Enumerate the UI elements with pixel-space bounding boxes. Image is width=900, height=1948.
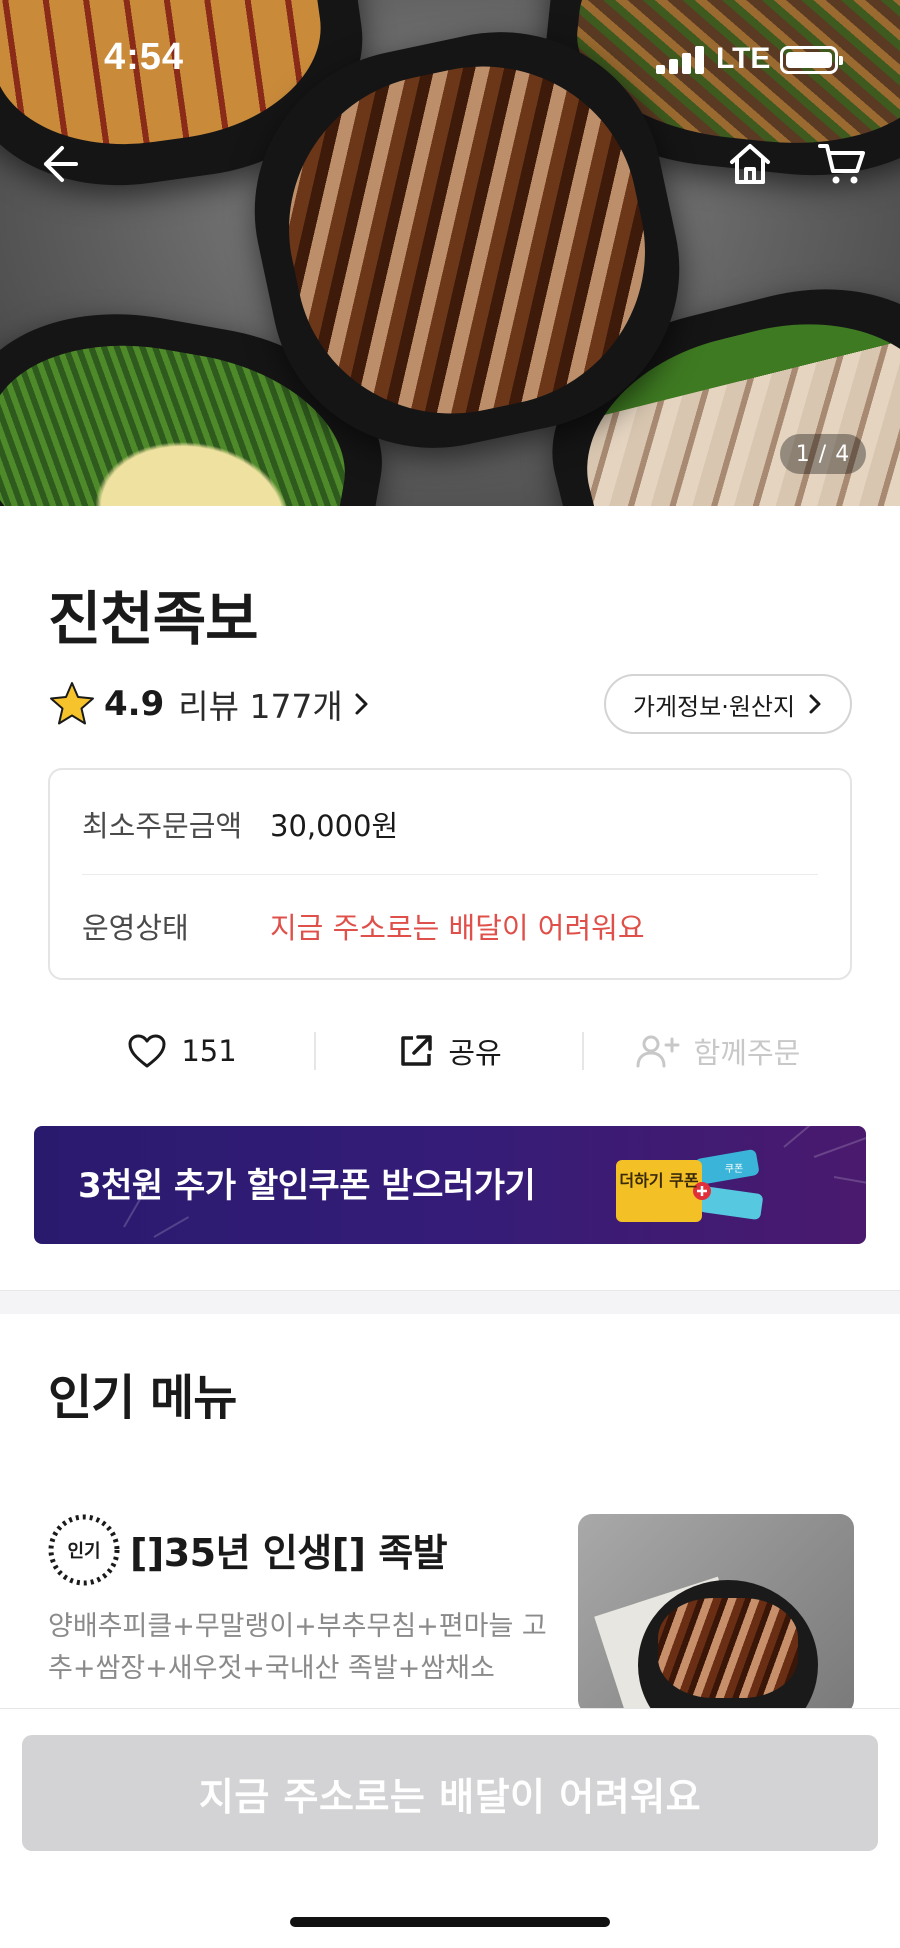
coupon-ticket-label: 더하기 쿠폰 bbox=[619, 1171, 698, 1190]
coupon-banner[interactable]: 3천원 추가 할인쿠폰 받으러가기 더하기 쿠폰 쿠폰 bbox=[34, 1126, 866, 1244]
back-arrow-icon[interactable] bbox=[26, 132, 90, 196]
min-order-label: 최소주문금액 bbox=[82, 809, 243, 843]
share-button[interactable]: 공유 bbox=[316, 1016, 584, 1086]
heart-icon bbox=[128, 1034, 166, 1068]
chevron-right-icon bbox=[355, 693, 368, 715]
operation-status-value: 지금 주소로는 배달이 어려워요 bbox=[270, 911, 645, 945]
cart-icon[interactable] bbox=[810, 132, 874, 196]
store-info-button[interactable]: 가게정보·원산지 bbox=[604, 674, 852, 734]
battery-icon bbox=[780, 46, 843, 74]
review-count: 리뷰 177개 bbox=[178, 687, 343, 726]
min-order-row: 최소주문금액 30,000원 bbox=[82, 800, 398, 848]
group-order-label: 함께주문 bbox=[693, 1036, 801, 1070]
share-icon bbox=[401, 1035, 433, 1066]
star-icon bbox=[50, 682, 94, 725]
home-icon[interactable] bbox=[718, 132, 782, 196]
network-label: LTE bbox=[716, 42, 771, 75]
rating-value: 4.9 bbox=[104, 684, 165, 724]
divider bbox=[82, 874, 818, 875]
add-person-icon bbox=[636, 1035, 680, 1068]
coupon-text: 3천원 추가 할인쿠폰 받으러가기 bbox=[78, 1166, 536, 1206]
delivery-info-box: 최소주문금액 30,000원 운영상태 지금 주소로는 배달이 어려워요 bbox=[48, 768, 852, 980]
signal-icon bbox=[656, 46, 706, 74]
rating-row: 4.9 리뷰 177개 bbox=[48, 676, 371, 732]
group-order-button[interactable]: 함께주문 bbox=[584, 1016, 852, 1086]
operation-status-row: 운영상태 지금 주소로는 배달이 어려워요 bbox=[82, 902, 645, 950]
status-time: 4:54 bbox=[104, 36, 185, 78]
store-name: 진천족보 bbox=[48, 585, 258, 653]
like-button[interactable]: 151 bbox=[48, 1016, 316, 1086]
order-button[interactable]: 지금 주소로는 배달이 어려워요 bbox=[22, 1735, 878, 1851]
like-count: 151 bbox=[181, 1034, 237, 1068]
status-bar: 4:54 LTE bbox=[0, 0, 900, 120]
min-order-value: 30,000원 bbox=[270, 809, 399, 843]
action-row: 151 공유 함께주문 bbox=[48, 1016, 852, 1086]
share-label: 공유 bbox=[448, 1036, 502, 1070]
review-link[interactable]: 리뷰 177개 bbox=[178, 680, 371, 728]
popular-badge-label: 인기 bbox=[67, 1541, 101, 1562]
coupon-ticket-small-label: 쿠폰 bbox=[725, 1163, 743, 1175]
menu-description: 양배추피클+무말랭이+부추무침+편마늘 고추+쌈장+새우젓+국내산 족발+쌈채소 bbox=[48, 1611, 547, 1684]
section-divider bbox=[0, 1290, 900, 1314]
photo-counter: 1 / 4 bbox=[780, 434, 866, 474]
hero-image[interactable]: 4:54 LTE 1 / 4 bbox=[0, 0, 900, 506]
operation-status-label: 운영상태 bbox=[82, 911, 189, 945]
chevron-right-icon bbox=[809, 694, 821, 714]
menu-name: []35년 인생[] 족발 bbox=[130, 1531, 448, 1575]
store-info-label: 가게정보·원산지 bbox=[632, 692, 796, 721]
bottom-bar: 지금 주소로는 배달이 어려워요 bbox=[0, 1708, 900, 1948]
coupon-ticket-icon: 더하기 쿠폰 쿠폰 bbox=[616, 1149, 763, 1222]
menu-thumbnail[interactable] bbox=[578, 1514, 854, 1714]
popular-badge: 인기 bbox=[46, 1512, 122, 1588]
home-indicator bbox=[290, 1917, 610, 1927]
section-title: 인기 메뉴 bbox=[48, 1370, 237, 1426]
